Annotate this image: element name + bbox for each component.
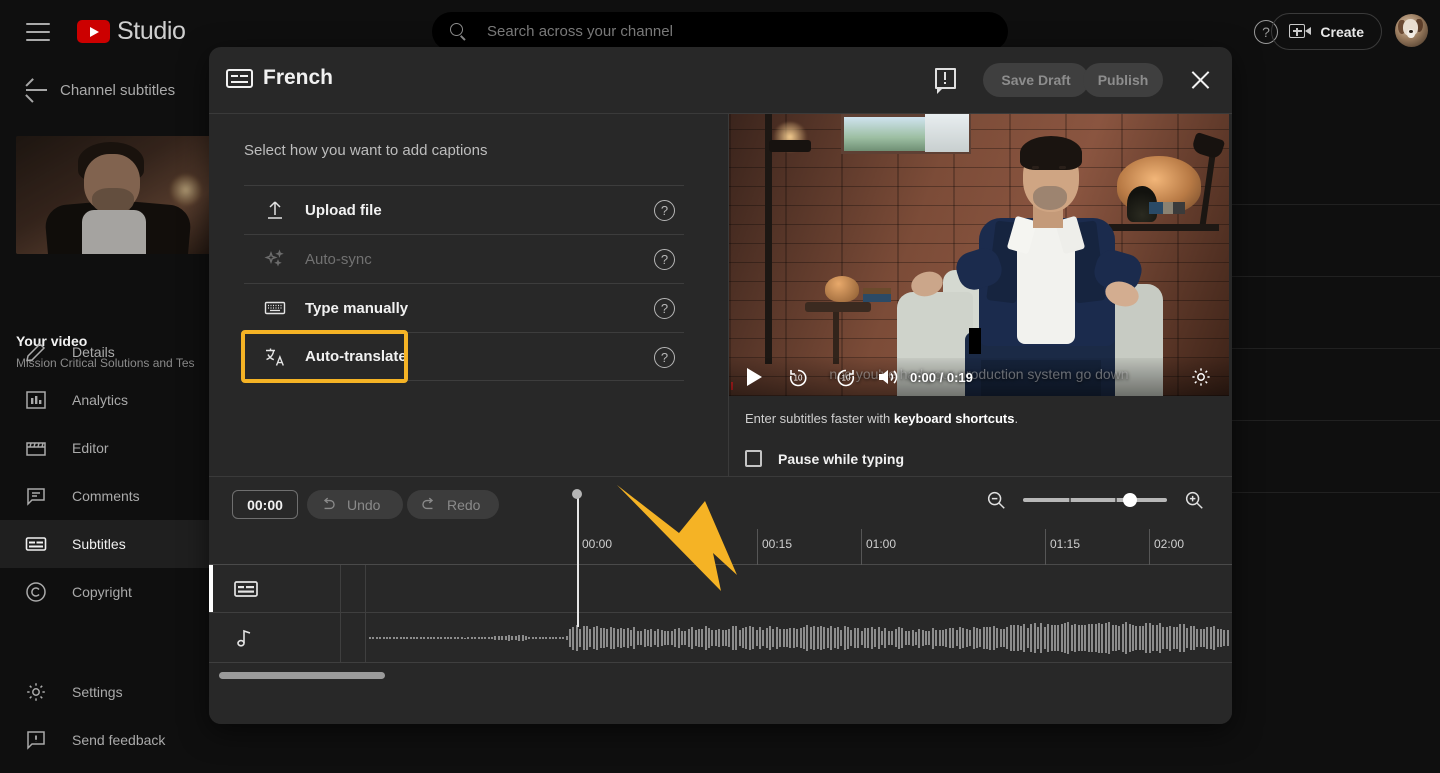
- timeline-ruler[interactable]: 00:00 00:15 01:00 01:15 02:00 02:15 03:0…: [209, 529, 1232, 565]
- gear-icon[interactable]: [1189, 365, 1213, 389]
- help-icon[interactable]: ?: [654, 298, 675, 319]
- subtitles-icon: [24, 532, 48, 556]
- redo-icon: [419, 495, 438, 514]
- checkbox-icon[interactable]: [745, 450, 762, 467]
- option-auto-translate[interactable]: Auto-translate ?: [241, 330, 684, 383]
- search-icon: [449, 22, 469, 42]
- timeline-scroll-area: [209, 663, 1232, 721]
- zoom-slider[interactable]: [1023, 493, 1167, 507]
- caption-options-panel: Select how you want to add captions Uplo…: [209, 114, 737, 591]
- table-row[interactable]: [209, 565, 1232, 613]
- ruler-label: 00:15: [762, 537, 793, 551]
- pause-while-typing-checkbox[interactable]: Pause while typing: [745, 450, 904, 467]
- zoom-out-icon[interactable]: [985, 489, 1007, 511]
- zoom-controls: [985, 489, 1205, 511]
- help-icon[interactable]: ?: [654, 347, 675, 368]
- table-row[interactable]: [209, 613, 1232, 663]
- ruler-label: 01:15: [1050, 537, 1081, 551]
- clapperboard-icon: [24, 436, 48, 460]
- comment-icon: [24, 484, 48, 508]
- zoom-slider-thumb[interactable]: [1123, 493, 1137, 507]
- video-thumbnail[interactable]: [16, 136, 224, 254]
- audio-track-header: [209, 613, 341, 662]
- playhead[interactable]: [577, 493, 579, 627]
- search-input[interactable]: Search across your channel: [432, 12, 1008, 51]
- option-type-manually[interactable]: Type manually ?: [244, 283, 684, 332]
- svg-text:10: 10: [794, 374, 803, 383]
- option-upload-file[interactable]: Upload file ?: [244, 185, 684, 234]
- svg-text:10: 10: [842, 374, 851, 383]
- keyboard-shortcut-hint: Enter subtitles faster with keyboard sho…: [745, 411, 1018, 426]
- youtube-play-icon: [77, 20, 110, 43]
- help-icon[interactable]: ?: [654, 249, 675, 270]
- ruler-label: 01:00: [866, 537, 897, 551]
- bar-chart-icon: [24, 388, 48, 412]
- video-preview[interactable]: nce you've had your production system go…: [729, 114, 1229, 396]
- video-player-panel: nce you've had your production system go…: [728, 114, 1232, 476]
- track-gutter: [341, 613, 366, 662]
- feedback-icon[interactable]: [935, 68, 956, 94]
- dialog-header: French Save Draft Publish: [209, 47, 1232, 113]
- pencil-icon: [24, 340, 48, 364]
- subtitle-track-header: [209, 565, 341, 612]
- horizontal-scrollbar[interactable]: [219, 672, 385, 679]
- keyboard-shortcuts-link[interactable]: keyboard shortcuts: [894, 411, 1015, 426]
- shortcut-suffix: .: [1014, 411, 1019, 426]
- track-gutter: [341, 565, 366, 612]
- audio-waveform[interactable]: [369, 613, 1232, 663]
- video-plus-icon: [1289, 24, 1312, 39]
- player-controls: 10 10 0:00 / 0:19: [729, 358, 1229, 396]
- ruler-label: 00:00: [582, 537, 613, 551]
- playhead-handle[interactable]: [572, 489, 582, 499]
- create-button[interactable]: Create: [1271, 13, 1382, 50]
- undo-icon: [319, 495, 338, 514]
- sparkle-icon: [263, 247, 289, 271]
- studio-logo[interactable]: Studio: [77, 17, 186, 46]
- avatar[interactable]: [1395, 14, 1428, 47]
- search-placeholder: Search across your channel: [487, 23, 673, 40]
- back-arrow-icon[interactable]: [25, 78, 48, 103]
- timecode-input[interactable]: 00:00: [232, 490, 298, 519]
- shortcut-prefix: Enter subtitles faster with: [745, 411, 894, 426]
- forward-10-icon[interactable]: 10: [834, 365, 858, 389]
- publish-button[interactable]: Publish: [1083, 63, 1163, 97]
- hamburger-menu-icon[interactable]: [26, 22, 50, 41]
- option-auto-sync[interactable]: Auto-sync ?: [244, 234, 684, 283]
- close-icon[interactable]: [1190, 69, 1211, 90]
- upload-icon: [263, 198, 289, 222]
- keyboard-icon: [263, 296, 289, 320]
- gear-icon: [24, 680, 48, 704]
- subtitles-editor-dialog: French Save Draft Publish Select how you…: [209, 47, 1232, 724]
- feedback-icon: [24, 728, 48, 752]
- subtitles-icon: [226, 69, 253, 88]
- dialog-body: Select how you want to add captions Uplo…: [209, 113, 1232, 591]
- page-title: French: [263, 66, 334, 89]
- volume-icon[interactable]: [876, 366, 902, 388]
- studio-wordmark: Studio: [117, 17, 186, 45]
- rewind-10-icon[interactable]: 10: [786, 365, 810, 389]
- save-draft-button[interactable]: Save Draft: [983, 63, 1089, 97]
- youtube-studio-app: Studio Search across your channel ? Crea…: [0, 0, 1440, 773]
- redo-button[interactable]: Redo: [407, 490, 499, 519]
- options-heading: Select how you want to add captions: [244, 142, 488, 159]
- timeline-panel: 00:00 Undo Redo 00:00 00:15 01:00 01:15 …: [209, 476, 1232, 724]
- ruler-label: 02:00: [1154, 537, 1185, 551]
- subtitles-icon: [233, 578, 259, 600]
- undo-button[interactable]: Undo: [307, 490, 403, 519]
- caption-options-list: Upload file ? Auto-sync ? Type manually …: [241, 185, 684, 383]
- play-icon[interactable]: [747, 368, 762, 386]
- translate-icon: [263, 345, 289, 369]
- time-display: 0:00 / 0:19: [910, 369, 973, 385]
- copyright-icon: [24, 580, 48, 604]
- timeline-toolbar: 00:00 Undo Redo: [209, 477, 1232, 529]
- breadcrumb-label: Channel subtitles: [60, 81, 176, 99]
- zoom-in-icon[interactable]: [1183, 489, 1205, 511]
- music-note-icon: [233, 627, 259, 649]
- help-icon[interactable]: ?: [654, 200, 675, 221]
